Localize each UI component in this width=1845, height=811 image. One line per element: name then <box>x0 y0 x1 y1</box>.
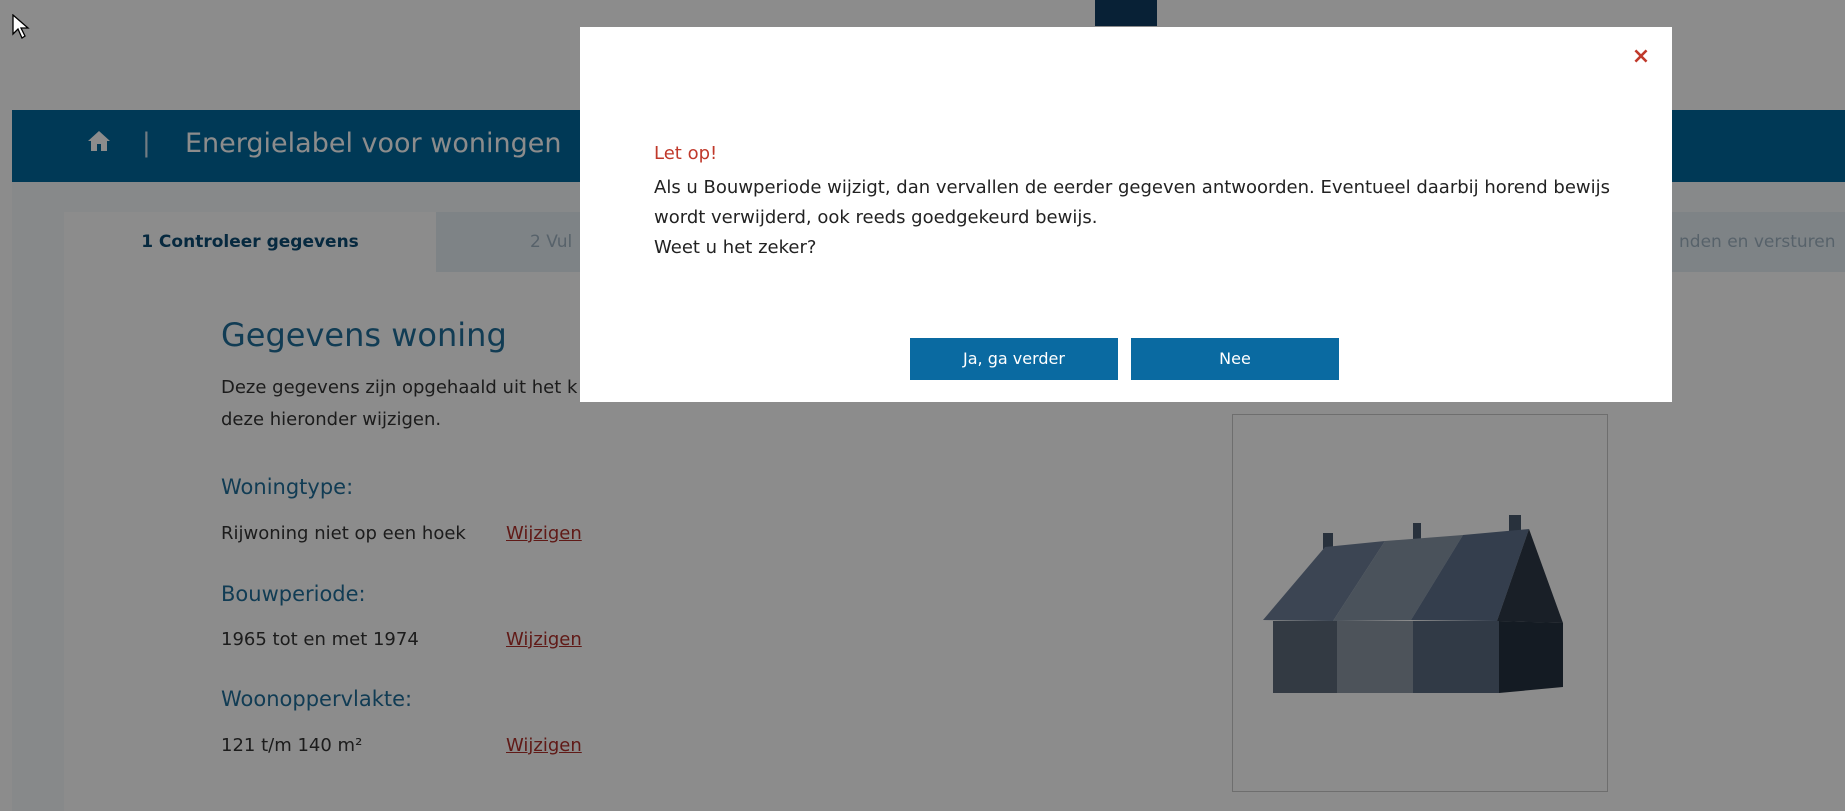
warning-title: Let op! <box>654 143 718 164</box>
warning-message: Als u Bouwperiode wijzigt, dan vervallen… <box>654 173 1654 263</box>
warning-message-line: Als u Bouwperiode wijzigt, dan vervallen… <box>654 177 1611 198</box>
warning-message-line: wordt verwijderd, ook reeds goedgekeurd … <box>654 207 1098 228</box>
mouse-cursor-icon <box>12 13 32 40</box>
confirm-yes-button[interactable]: Ja, ga verder <box>910 338 1118 380</box>
warning-message-line: Weet u het zeker? <box>654 237 817 258</box>
confirm-dialog: × Let op! Als u Bouwperiode wijzigt, dan… <box>580 27 1672 402</box>
close-icon[interactable]: × <box>1629 45 1653 69</box>
confirm-no-button[interactable]: Nee <box>1131 338 1339 380</box>
